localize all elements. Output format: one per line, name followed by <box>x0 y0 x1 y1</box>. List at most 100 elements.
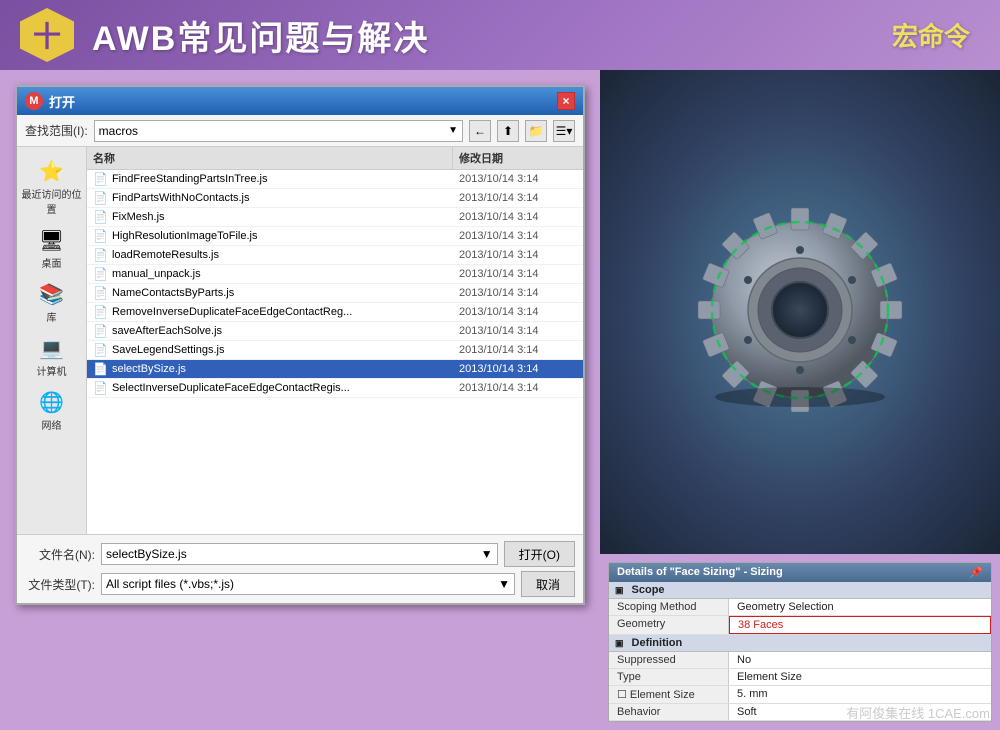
suppressed-row: Suppressed No <box>609 652 991 669</box>
element-size-value: 5. mm <box>729 686 991 703</box>
file-row[interactable]: 📄 FixMesh.js 2013/10/14 3:14 <box>87 208 583 227</box>
geometry-key: Geometry <box>609 616 729 634</box>
file-name: 📄 selectBySize.js <box>87 360 453 378</box>
file-row[interactable]: 📄 FindFreeStandingPartsInTree.js 2013/10… <box>87 170 583 189</box>
suppressed-key: Suppressed <box>609 652 729 668</box>
file-row[interactable]: 📄 HighResolutionImageToFile.js 2013/10/1… <box>87 227 583 246</box>
file-date: 2013/10/14 3:14 <box>453 190 583 206</box>
scoping-method-row: Scoping Method Geometry Selection <box>609 599 991 616</box>
details-panel: Details of "Face Sizing" - Sizing 📌 ▣ Sc… <box>608 562 992 722</box>
details-pin-icon: 📌 <box>969 566 983 579</box>
view-button[interactable]: ☰▾ <box>553 120 575 142</box>
filename-label: 文件名(N): <box>25 546 95 563</box>
computer-icon: 💻 <box>39 336 64 361</box>
definition-expand-icon: ▣ <box>615 638 624 649</box>
definition-label: Definition <box>632 637 683 649</box>
dialog-title-left: M 打开 <box>25 92 75 111</box>
scoping-method-key: Scoping Method <box>609 599 729 615</box>
nav-recent[interactable]: ⭐ 最近访问的位置 <box>17 155 86 220</box>
filename-row: 文件名(N): selectBySize.js ▼ 打开(O) <box>25 541 575 567</box>
gear-visualization <box>600 70 1000 554</box>
file-icon: 📄 <box>93 324 108 338</box>
file-date: 2013/10/14 3:14 <box>453 209 583 225</box>
definition-section-header[interactable]: ▣ Definition <box>609 635 991 652</box>
file-icon: 📄 <box>93 172 108 186</box>
file-name: 📄 HighResolutionImageToFile.js <box>87 227 453 245</box>
file-date: 2013/10/14 3:14 <box>453 342 583 358</box>
file-row[interactable]: 📄 FindPartsWithNoContacts.js 2013/10/14 … <box>87 189 583 208</box>
file-date: 2013/10/14 3:14 <box>453 171 583 187</box>
library-icon: 📚 <box>39 282 64 307</box>
suppressed-value: No <box>729 652 991 668</box>
gear-svg <box>670 202 930 422</box>
header-subtitle: 宏命令 <box>892 17 970 54</box>
dropdown-arrow: ▼ <box>448 125 458 136</box>
file-name: 📄 loadRemoteResults.js <box>87 246 453 264</box>
file-row[interactable]: 📄 manual_unpack.js 2013/10/14 3:14 <box>87 265 583 284</box>
dialog-titlebar: M 打开 × <box>17 87 583 115</box>
right-panel: Details of "Face Sizing" - Sizing 📌 ▣ Sc… <box>600 70 1000 730</box>
file-row[interactable]: 📄 SelectInverseDuplicateFaceEdgeContactR… <box>87 379 583 398</box>
dialog-bottom: 文件名(N): selectBySize.js ▼ 打开(O) 文件类型(T):… <box>17 534 583 603</box>
behavior-key: Behavior <box>609 704 729 720</box>
file-name: 📄 RemoveInverseDuplicateFaceEdgeContactR… <box>87 303 453 321</box>
type-key: Type <box>609 669 729 685</box>
file-date: 2013/10/14 3:14 <box>453 247 583 263</box>
file-list-header: 名称 修改日期 <box>87 147 583 170</box>
folder-name: macros <box>99 124 138 138</box>
file-date: 2013/10/14 3:14 <box>453 228 583 244</box>
file-row[interactable]: 📄 SaveLegendSettings.js 2013/10/14 3:14 <box>87 341 583 360</box>
file-date: 2013/10/14 3:14 <box>453 266 583 282</box>
file-row[interactable]: 📄 NameContactsByParts.js 2013/10/14 3:14 <box>87 284 583 303</box>
filename-arrow: ▼ <box>481 547 493 561</box>
left-panel: M 打开 × 查找范围(I): macros ▼ ← ⬆ 📁 ☰▾ <box>0 70 600 730</box>
file-row[interactable]: 📄 RemoveInverseDuplicateFaceEdgeContactR… <box>87 303 583 322</box>
nav-network[interactable]: 🌐 网络 <box>17 386 86 436</box>
filetype-input[interactable]: All script files (*.vbs;*.js) ▼ <box>101 573 515 595</box>
up-button[interactable]: ⬆ <box>497 120 519 142</box>
file-icon: 📄 <box>93 305 108 319</box>
scope-expand-icon: ▣ <box>615 585 624 596</box>
file-icon: 📄 <box>93 229 108 243</box>
file-name: 📄 saveAfterEachSolve.js <box>87 322 453 340</box>
dialog-body: ⭐ 最近访问的位置 🖥 桌面 📚 库 💻 计算机 <box>17 147 583 534</box>
file-icon: 📄 <box>93 362 108 376</box>
desktop-icon: 🖥 <box>39 228 64 253</box>
filetype-row: 文件类型(T): All script files (*.vbs;*.js) ▼… <box>25 571 575 597</box>
back-button[interactable]: ← <box>469 120 491 142</box>
file-name: 📄 manual_unpack.js <box>87 265 453 283</box>
filetype-label: 文件类型(T): <box>25 576 95 593</box>
new-folder-button[interactable]: 📁 <box>525 120 547 142</box>
file-name: 📄 NameContactsByParts.js <box>87 284 453 302</box>
dialog-toolbar: 查找范围(I): macros ▼ ← ⬆ 📁 ☰▾ <box>17 115 583 147</box>
dialog-title-text: 打开 <box>49 92 75 111</box>
file-row[interactable]: 📄 selectBySize.js 2013/10/14 3:14 <box>87 360 583 379</box>
open-button[interactable]: 打开(O) <box>504 541 575 567</box>
file-row[interactable]: 📄 saveAfterEachSolve.js 2013/10/14 3:14 <box>87 322 583 341</box>
nav-computer[interactable]: 💻 计算机 <box>17 332 86 382</box>
header-title: AWB常见问题与解决 <box>92 11 429 60</box>
file-row[interactable]: 📄 loadRemoteResults.js 2013/10/14 3:14 <box>87 246 583 265</box>
col-date-header: 修改日期 <box>453 147 583 169</box>
scope-section-header[interactable]: ▣ Scope <box>609 582 991 599</box>
filename-value: selectBySize.js <box>106 547 187 561</box>
file-date: 2013/10/14 3:14 <box>453 323 583 339</box>
details-title: Details of "Face Sizing" - Sizing <box>617 566 783 579</box>
scoping-method-value: Geometry Selection <box>729 599 991 615</box>
file-icon: 📄 <box>93 267 108 281</box>
file-name: 📄 FindPartsWithNoContacts.js <box>87 189 453 207</box>
col-name-header: 名称 <box>87 147 453 169</box>
element-size-key: ☐Element Size <box>609 686 729 703</box>
nav-library[interactable]: 📚 库 <box>17 278 86 328</box>
file-icon: 📄 <box>93 343 108 357</box>
cancel-button[interactable]: 取消 <box>521 571 575 597</box>
dialog-close-button[interactable]: × <box>557 92 575 110</box>
file-name: 📄 SelectInverseDuplicateFaceEdgeContactR… <box>87 379 453 397</box>
file-icon: 📄 <box>93 248 108 262</box>
nav-desktop[interactable]: 🖥 桌面 <box>17 224 86 274</box>
filename-input[interactable]: selectBySize.js ▼ <box>101 543 498 565</box>
filetype-value: All script files (*.vbs;*.js) <box>106 577 234 591</box>
folder-dropdown[interactable]: macros ▼ <box>94 120 463 142</box>
file-name: 📄 FindFreeStandingPartsInTree.js <box>87 170 453 188</box>
details-titlebar: Details of "Face Sizing" - Sizing 📌 <box>609 563 991 582</box>
